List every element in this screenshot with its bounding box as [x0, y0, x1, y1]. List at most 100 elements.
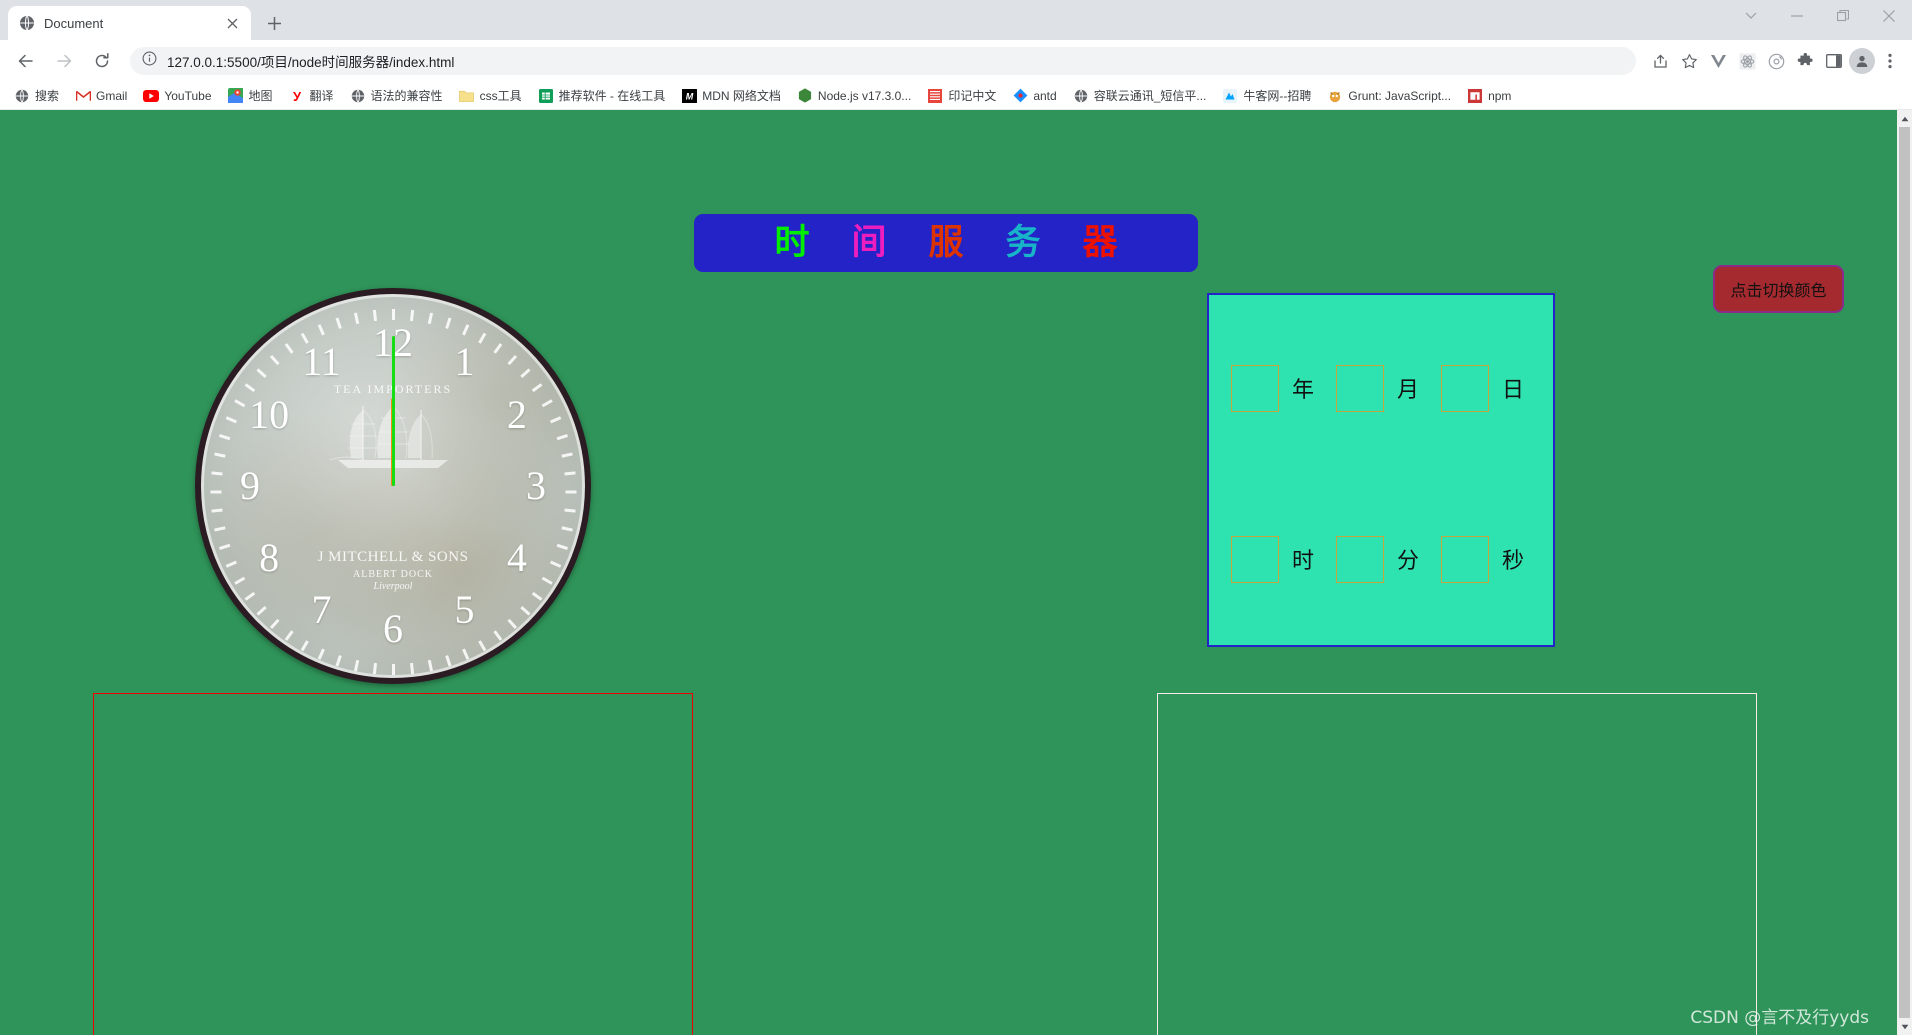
react-devtools-icon[interactable] [1733, 47, 1761, 75]
back-arrow-icon[interactable] [11, 46, 41, 76]
clock-face: 123456789101112 TEA IMPORTERS [195, 288, 591, 684]
browser-tab[interactable]: Document [8, 6, 251, 40]
clock-tick [531, 591, 542, 601]
analog-clock: 123456789101112 TEA IMPORTERS [195, 288, 591, 684]
nowcoder-icon [1222, 88, 1238, 104]
bookmark-item[interactable]: 牛客网--招聘 [1215, 84, 1318, 107]
bookmark-item[interactable]: M MDN 网络文档 [674, 84, 788, 107]
clock-numeral-11: 11 [302, 339, 341, 385]
docschina-icon [927, 88, 943, 104]
clock-tick [335, 655, 342, 667]
bookmark-label: 推荐软件 - 在线工具 [558, 89, 666, 103]
globe-icon [1073, 88, 1089, 104]
output-box-left [93, 693, 693, 1035]
bookmark-label: 翻译 [309, 89, 334, 103]
clock-tick [284, 343, 294, 354]
clock-maker-line1: J MITCHELL & SONS [317, 549, 469, 565]
vue-devtools-icon[interactable] [1704, 47, 1732, 75]
clock-tick [317, 648, 325, 660]
year-field-group: 年 [1209, 364, 1314, 412]
scroll-up-arrow-icon[interactable] [1897, 110, 1912, 127]
bookmark-item[interactable]: 地图 [221, 84, 280, 107]
bookmark-item[interactable]: Gmail [68, 85, 134, 107]
clock-numeral-8: 8 [259, 534, 280, 580]
bookmark-label: antd [1033, 88, 1057, 103]
mdn-icon: M [681, 88, 697, 104]
scroll-down-arrow-icon[interactable] [1897, 1018, 1912, 1035]
bookmark-item[interactable]: У 翻译 [282, 84, 341, 107]
bookmark-item[interactable]: 语法的兼容性 [343, 84, 450, 107]
output-box-right [1157, 693, 1757, 1035]
clock-tick [225, 560, 237, 568]
bookmark-item[interactable]: 容联云通讯_短信平... [1066, 84, 1214, 107]
bookmark-item[interactable]: css工具 [452, 84, 529, 107]
second-input[interactable] [1441, 535, 1490, 583]
clock-tick [391, 309, 395, 320]
day-input[interactable] [1441, 364, 1490, 412]
share-icon[interactable] [1646, 47, 1674, 75]
globe-icon [18, 15, 35, 32]
new-tab-button[interactable] [257, 6, 291, 40]
clock-tick [218, 543, 230, 550]
sheets-icon [538, 88, 554, 104]
bookmark-item[interactable]: 推荐软件 - 在线工具 [531, 84, 673, 107]
year-input[interactable] [1231, 364, 1279, 412]
browser-toolbar: 127.0.0.1:5500/项目/node时间服务器/index.html [0, 40, 1912, 82]
bookmark-label: Node.js v17.3.0... [817, 88, 912, 103]
clock-numeral-7: 7 [311, 586, 332, 632]
bookmark-item[interactable]: npm [1460, 85, 1518, 107]
banner-char-qi: 器 [1082, 222, 1118, 263]
switch-color-button[interactable]: 点击切换颜色 [1713, 265, 1844, 313]
clock-tick [541, 399, 553, 408]
clock-tick [353, 312, 359, 325]
clock-tick [563, 508, 576, 513]
bookmark-item[interactable]: 印记中文 [920, 84, 1003, 107]
month-input[interactable] [1336, 364, 1385, 412]
close-icon[interactable] [223, 14, 241, 32]
banner-char-wu: 务 [1005, 222, 1041, 263]
bookmark-item[interactable]: antd [1005, 85, 1063, 107]
minute-label: 分 [1397, 549, 1420, 574]
extension-circle-icon[interactable] [1762, 47, 1790, 75]
tab-strip: Document [0, 0, 291, 40]
chevron-down-icon[interactable] [1728, 0, 1774, 32]
clock-tick [213, 526, 226, 532]
nodejs-icon [797, 88, 813, 104]
clock-tick [519, 605, 530, 616]
profile-avatar-icon[interactable] [1849, 48, 1875, 74]
scrollbar-thumb[interactable] [1899, 127, 1910, 1018]
hour-input[interactable] [1231, 535, 1279, 583]
bookmark-star-icon[interactable] [1675, 47, 1703, 75]
time-row: 时 分 秒 [1209, 528, 1553, 590]
bookmark-item[interactable]: 搜索 [7, 84, 66, 107]
address-bar[interactable]: 127.0.0.1:5500/项目/node时间服务器/index.html [130, 47, 1636, 75]
forward-arrow-icon[interactable] [49, 46, 79, 76]
clock-tick [233, 576, 245, 585]
minute-input[interactable] [1336, 535, 1385, 583]
info-circle-icon[interactable] [142, 51, 157, 71]
minimize-icon[interactable] [1774, 0, 1820, 32]
extensions-puzzle-icon[interactable] [1791, 47, 1819, 75]
bookmark-label: Grunt: JavaScript... [1348, 88, 1452, 103]
globe-icon [14, 88, 30, 104]
clock-maker-line3: Liverpool [373, 581, 413, 592]
bookmark-item[interactable]: Node.js v17.3.0... [790, 85, 918, 107]
bookmark-item[interactable]: YouTube [136, 85, 218, 107]
page-scrollbar[interactable] [1897, 110, 1912, 1035]
scrollbar-track[interactable] [1897, 127, 1912, 1018]
chrome-menu-icon[interactable] [1876, 47, 1904, 75]
reload-icon[interactable] [87, 46, 117, 76]
minute-field-group: 分 [1314, 535, 1420, 583]
globe-icon [350, 88, 366, 104]
datetime-panel: 年 月 日 时 分 秒 [1207, 293, 1555, 647]
svg-text:У: У [292, 89, 301, 103]
clock-tick [372, 662, 377, 675]
bookmark-label: 牛客网--招聘 [1243, 89, 1312, 103]
clock-tick [519, 368, 530, 379]
bookmark-item[interactable]: Grunt: JavaScript... [1320, 85, 1458, 107]
clock-tick [210, 471, 223, 476]
clock-tick [549, 560, 561, 568]
maximize-icon[interactable] [1820, 0, 1866, 32]
side-panel-icon[interactable] [1820, 47, 1848, 75]
close-icon[interactable] [1866, 0, 1912, 32]
